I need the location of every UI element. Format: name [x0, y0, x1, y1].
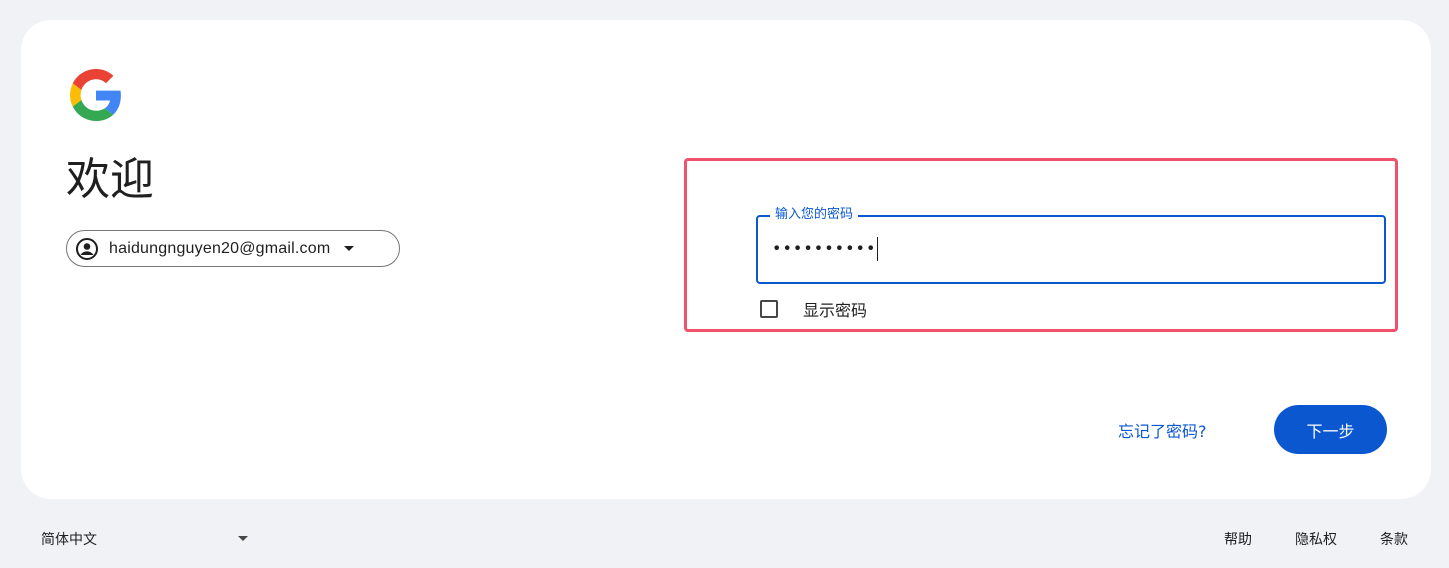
show-password-toggle[interactable]: 显示密码 — [760, 297, 867, 321]
password-field[interactable]: 输入您的密码 •••••••••• — [756, 206, 1386, 284]
password-label: 输入您的密码 — [770, 206, 859, 224]
show-password-checkbox[interactable] — [760, 300, 778, 318]
language-selector[interactable]: 简体中文 — [41, 529, 248, 549]
password-input[interactable]: •••••••••• — [772, 237, 878, 261]
privacy-link[interactable]: 隐私权 — [1295, 529, 1337, 549]
google-g-logo-icon — [70, 69, 121, 121]
terms-link[interactable]: 条款 — [1380, 529, 1408, 549]
account-circle-icon — [76, 237, 98, 260]
caret-down-icon — [238, 536, 248, 541]
show-password-label: 显示密码 — [803, 301, 868, 320]
account-chooser-button[interactable]: haidungnguyen20@gmail.com — [66, 230, 400, 267]
language-label: 简体中文 — [41, 532, 97, 548]
footer: 简体中文 帮助 隐私权 条款 — [0, 520, 1449, 560]
page-title: 欢迎 — [66, 154, 154, 205]
forgot-password-link[interactable]: 忘记了密码? — [1118, 418, 1207, 442]
help-link[interactable]: 帮助 — [1224, 529, 1252, 549]
signin-card: 欢迎 haidungnguyen20@gmail.com 输入您的密码 ••••… — [21, 20, 1431, 499]
account-email: haidungnguyen20@gmail.com — [109, 239, 331, 257]
next-button[interactable]: 下一步 — [1274, 405, 1387, 454]
caret-down-icon — [344, 246, 355, 251]
